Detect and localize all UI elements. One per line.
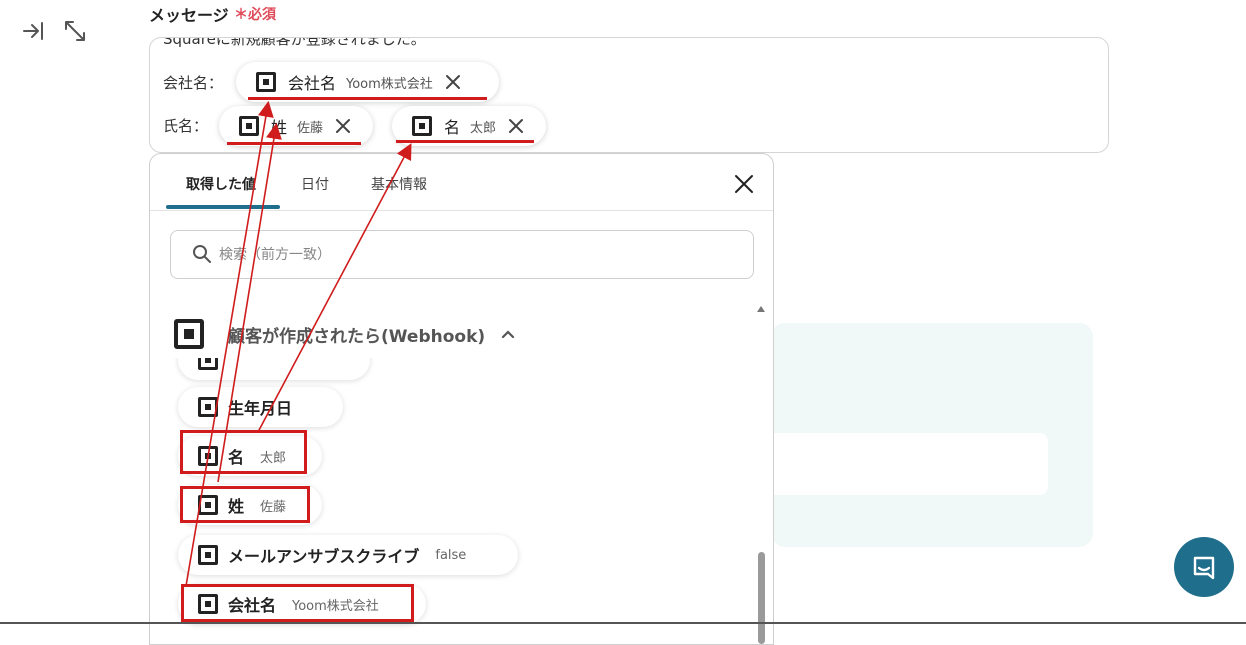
active-tab-indicator [166,205,280,209]
tab-basic-info[interactable]: 基本情報 [371,174,427,194]
required-mark: ＊ [234,7,248,23]
background-card-field [771,433,1048,495]
square-logo-icon [174,319,204,349]
highlight-underline [248,97,487,100]
chip-value: 佐藤 [297,120,324,136]
highlight-box [180,430,307,474]
chip-value: 太郎 [470,120,497,136]
highlight-underline [396,140,534,143]
tab-date[interactable]: 日付 [301,174,329,194]
window-bottom-border [0,622,1246,624]
panel-tabs: 取得した値 日付 基本情報 [150,154,773,211]
variable-picker-panel: 取得した値 日付 基本情報 顧客が作成されたら(Webhook) 顧客が作成され… [149,153,774,645]
close-icon[interactable] [445,74,461,90]
required-badge: ＊必須 [234,4,276,24]
highlight-underline [227,142,361,145]
collapse-right-icon[interactable] [21,18,47,44]
close-icon[interactable] [335,118,351,134]
message-editor[interactable]: Squareに新規顧客が登録されました。 会社名： 会社名 Yoom株式会社 氏… [149,37,1109,153]
square-logo-icon [198,545,218,565]
list-item-email-unsubscribe[interactable]: メールアンサブスクライブ false [178,535,518,575]
chip-value: Yoom株式会社 [346,76,433,92]
expand-icon[interactable] [62,18,88,44]
last-name-chip[interactable]: 姓 佐藤 [219,106,373,146]
close-icon[interactable] [508,118,524,134]
scroll-up-icon[interactable] [756,304,766,314]
square-logo-icon [239,116,259,136]
name-row-label: 氏名： [163,117,209,135]
section-title: 顧客が作成されたら(Webhook) [228,326,486,347]
required-text: 必須 [248,7,276,23]
search-input[interactable] [217,243,721,267]
chip-label: 名 [444,118,461,137]
item-value: false [435,547,467,563]
search-icon [193,245,211,263]
tab-retrieved-values[interactable]: 取得した値 [186,174,256,194]
chip-label: 会社名 [288,74,337,93]
scrollbar-thumb[interactable] [758,552,765,644]
highlight-box [180,486,310,523]
item-label: メールアンサブスクライブ [228,547,420,566]
list-item-birthdate[interactable]: 生年月日 [178,387,343,427]
item-label: 生年月日 [228,399,293,418]
message-field-label: メッセージ [149,6,229,25]
company-name-chip[interactable]: 会社名 Yoom株式会社 [236,62,499,102]
search-box[interactable] [170,230,754,279]
chevron-up-icon[interactable] [501,327,515,341]
chip-label: 姓 [271,118,288,137]
chat-button[interactable] [1174,537,1234,597]
close-icon[interactable] [734,174,754,194]
square-logo-icon [412,116,432,136]
chat-icon [1193,556,1215,580]
square-logo-icon [256,72,276,92]
company-row-label: 会社名： [163,74,224,92]
message-first-line: Squareに新規顧客が登録されました。 [163,37,426,48]
square-logo-icon [198,397,218,417]
section-header-overlay: 顧客が作成されたら(Webhook) [174,318,515,350]
highlight-box [181,584,414,622]
